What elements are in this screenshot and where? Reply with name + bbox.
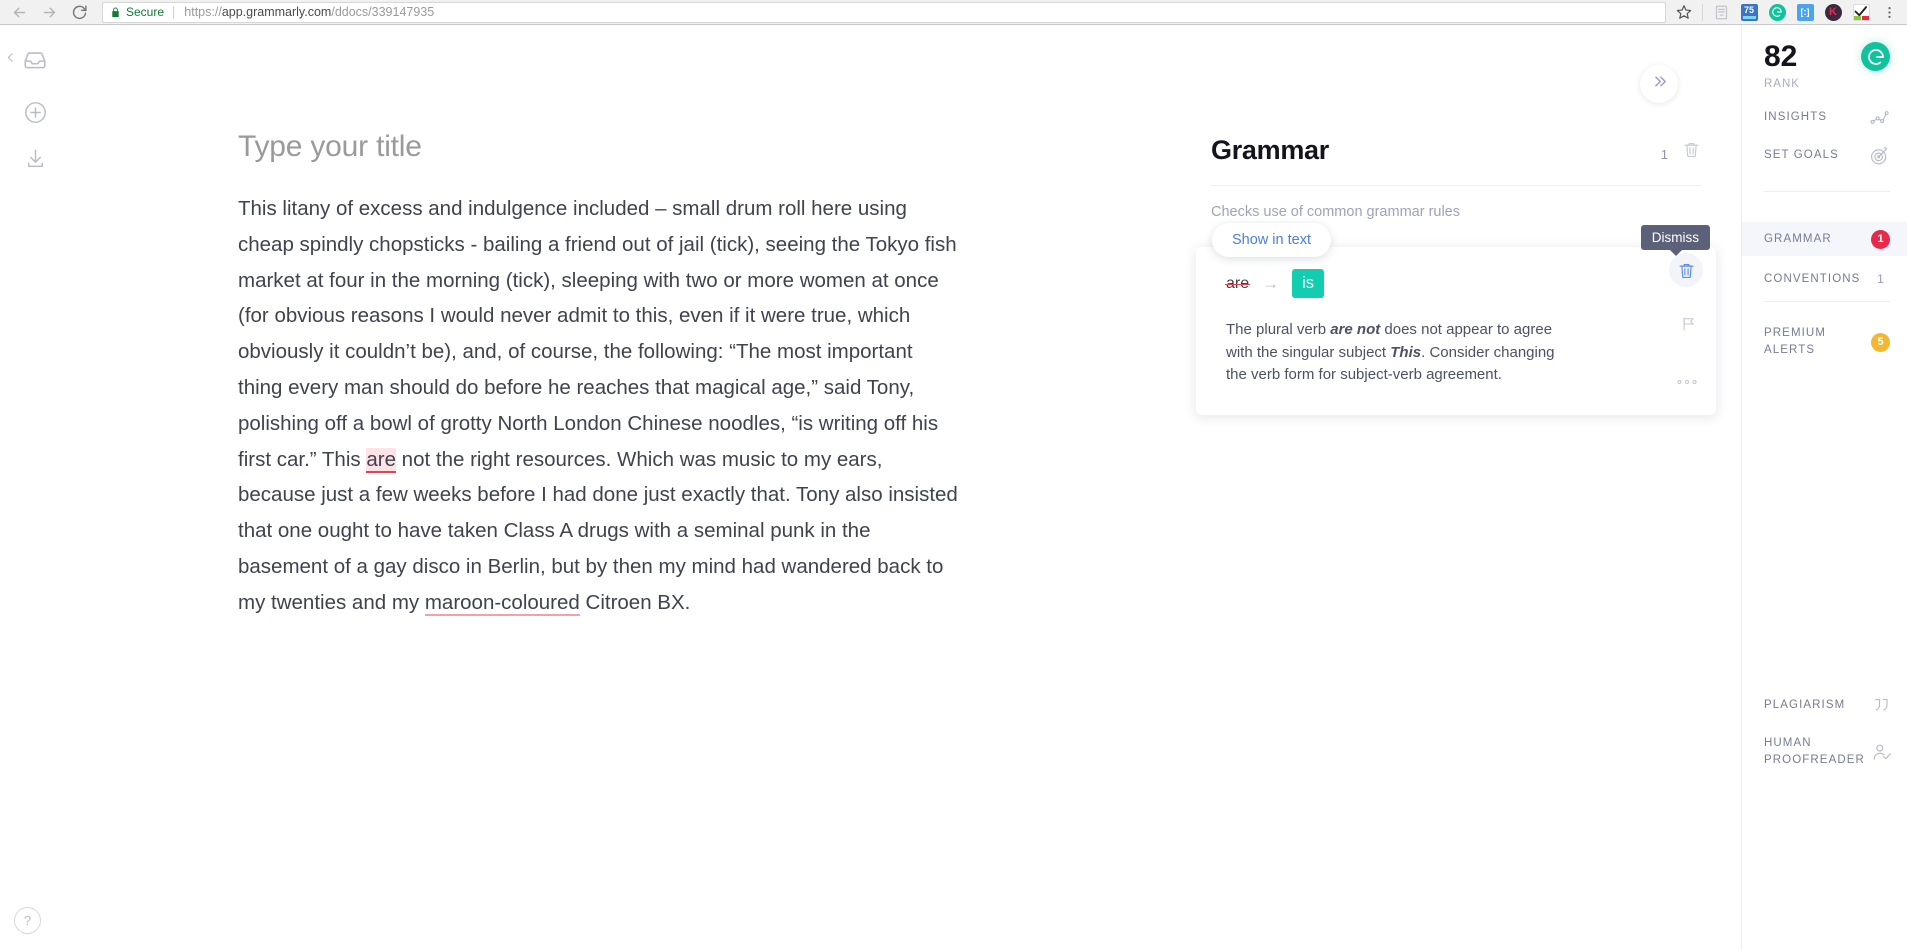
score-row: 82: [1764, 42, 1890, 72]
sidebar-item-conventions[interactable]: CONVENTIONS 1: [1742, 265, 1907, 293]
proofreader-label-line1: HUMAN: [1764, 737, 1812, 749]
sidebar-divider-2: [1764, 301, 1890, 302]
doc-text-part-2: not the right resources. Which was music…: [238, 447, 958, 614]
clear-all-trash-icon[interactable]: [1682, 140, 1701, 159]
performance-score: 82: [1764, 40, 1798, 73]
person-check-icon: [1871, 742, 1892, 763]
grammarly-extension-icon[interactable]: [1763, 0, 1791, 24]
more-options-icon[interactable]: [1676, 373, 1698, 390]
original-word: are: [1224, 274, 1251, 292]
flag-icon[interactable]: [1680, 315, 1698, 333]
assistant-category-header: Grammar 1: [1211, 135, 1701, 166]
browser-nav-buttons: [0, 0, 98, 24]
toolbar-divider: [1702, 3, 1703, 21]
dismiss-suggestion-button[interactable]: [1669, 253, 1703, 287]
sidebar-item-label-grammar: GRAMMAR: [1764, 232, 1832, 245]
sidebar-item-premium-alerts[interactable]: PREMIUM ALERTS 5: [1764, 325, 1890, 359]
back-chevron-icon[interactable]: [4, 51, 17, 69]
address-bar[interactable]: Secure | https://app.grammarly.com/ddocs…: [102, 1, 1666, 23]
sidebar-item-human-proofreader[interactable]: HUMAN PROOFREADER: [1764, 735, 1892, 769]
sidebar-item-label-human-proofreader: HUMAN PROOFREADER: [1764, 735, 1864, 769]
line-chart-icon: [1869, 107, 1890, 128]
sidebar-divider-1: [1764, 191, 1890, 192]
document-body-text[interactable]: This litany of excess and indulgence inc…: [238, 191, 958, 621]
lock-icon: [110, 6, 121, 19]
explanation-bold-2: This: [1390, 343, 1422, 361]
suggestion-explanation: The plural verb are not does not appear …: [1226, 319, 1576, 387]
grammarly-editor-page: ? Type your title This litany of excess …: [0, 25, 1907, 950]
kaspersky-extension-icon[interactable]: K: [1819, 0, 1847, 24]
quotation-mark-icon: [1872, 695, 1892, 715]
checkmark-extension-icon[interactable]: [1847, 0, 1875, 24]
document-title-input[interactable]: Type your title: [238, 130, 958, 164]
forward-button[interactable]: [36, 0, 62, 24]
right-sidebar: 82 RANK INSIGHTS SET GOALS GRAMMAR 1 CON…: [1741, 25, 1907, 950]
url-text: https://app.grammarly.com/ddocs/33914793…: [184, 5, 434, 19]
grammar-highlight-are[interactable]: are: [366, 447, 396, 473]
bookmark-star-icon[interactable]: [1670, 0, 1698, 24]
secure-label: Secure: [126, 5, 165, 19]
browser-chrome: Secure | https://app.grammarly.com/ddocs…: [0, 0, 1907, 25]
category-description: Checks use of common grammar rules: [1211, 185, 1701, 220]
url-path: /ddocs/339147935: [331, 5, 435, 19]
suggestion-card[interactable]: Show in text are → is The plural verb ar…: [1196, 223, 1716, 415]
assistant-panel: Grammar 1 Checks use of common grammar r…: [1196, 25, 1741, 950]
explanation-bold-1: are not: [1330, 321, 1381, 338]
sidebar-item-set-goals[interactable]: SET GOALS: [1764, 145, 1890, 166]
doc-text-part-3: Citroen BX.: [579, 590, 691, 614]
inbox-tray-icon[interactable]: [20, 45, 50, 75]
sidebar-item-label-plagiarism: PLAGIARISM: [1764, 698, 1846, 711]
url-scheme: https://: [184, 5, 222, 19]
dismiss-tooltip: Dismiss: [1640, 225, 1710, 256]
back-button[interactable]: [6, 0, 32, 24]
category-count: 1: [1660, 147, 1668, 162]
score-75-extension-icon[interactable]: 75: [1735, 0, 1763, 24]
target-icon: [1869, 145, 1890, 166]
blue-tag-extension-icon[interactable]: [:]: [1791, 0, 1819, 24]
score-label: RANK: [1764, 78, 1800, 90]
plus-circle-icon[interactable]: [20, 97, 50, 127]
sidebar-item-label-insights: INSIGHTS: [1764, 111, 1828, 123]
show-in-text-button[interactable]: Show in text: [1212, 223, 1331, 257]
reload-button[interactable]: [66, 0, 92, 24]
premium-label-line2: ALERTS: [1764, 344, 1816, 356]
download-icon[interactable]: [20, 143, 50, 173]
reading-list-extension-icon[interactable]: [1707, 0, 1735, 24]
replacement-row: are → is: [1224, 269, 1325, 298]
chrome-menu-icon[interactable]: [1875, 0, 1903, 24]
apply-suggestion-button[interactable]: is: [1292, 269, 1325, 298]
sidebar-item-insights[interactable]: INSIGHTS: [1764, 107, 1890, 128]
sidebar-item-label-premium-alerts: PREMIUM ALERTS: [1764, 325, 1826, 359]
help-label: ?: [23, 913, 32, 928]
sidebar-item-plagiarism[interactable]: PLAGIARISM: [1764, 695, 1892, 715]
status-badge-premium-alerts: 5: [1871, 332, 1890, 352]
omnibox-divider: |: [172, 5, 176, 19]
explanation-prefix: The plural verb: [1226, 321, 1331, 338]
premium-label-line1: PREMIUM: [1764, 327, 1827, 339]
status-badge-conventions: 1: [1877, 272, 1884, 286]
status-badge-grammar: 1: [1871, 229, 1890, 249]
grammarly-logo-icon[interactable]: [1861, 42, 1890, 71]
left-rail: ?: [0, 25, 72, 950]
arrow-right-icon: →: [1262, 274, 1280, 293]
sidebar-item-label-set-goals: SET GOALS: [1764, 149, 1839, 161]
doc-text-part-1: This litany of excess and indulgence inc…: [238, 197, 957, 471]
sidebar-item-label-conventions: CONVENTIONS: [1764, 272, 1861, 285]
proofreader-label-line2: PROOFREADER: [1764, 754, 1865, 766]
premium-highlight-maroon-coloured[interactable]: maroon-coloured: [424, 590, 580, 616]
page-title: Grammar: [1211, 135, 1329, 165]
help-button[interactable]: ?: [14, 907, 41, 934]
url-host: app.grammarly.com: [221, 5, 332, 19]
document-area[interactable]: Type your title This litany of excess an…: [238, 25, 958, 621]
sidebar-item-grammar[interactable]: GRAMMAR 1: [1742, 222, 1907, 256]
browser-toolbar-right: 75 [:] K: [1670, 0, 1907, 24]
